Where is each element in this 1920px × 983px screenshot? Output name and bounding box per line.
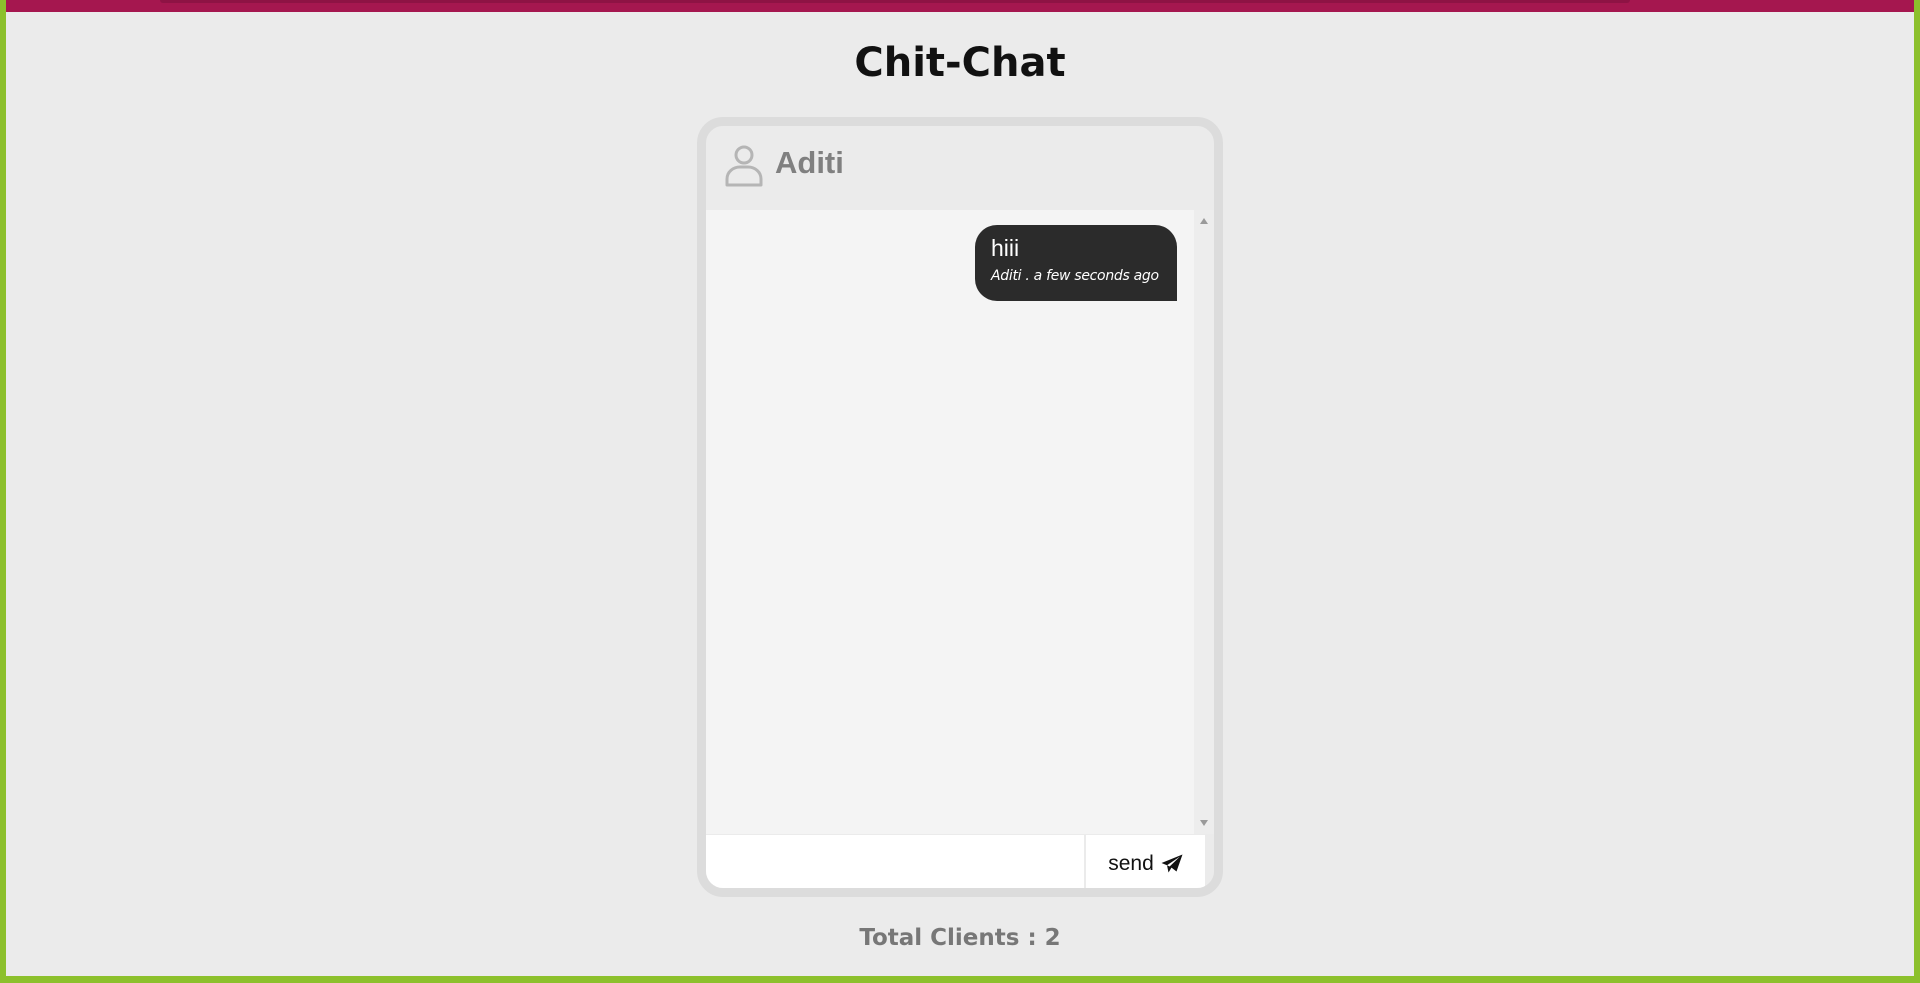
message-meta: Aditi . a few seconds ago <box>991 268 1159 284</box>
total-clients-count: Total Clients : 2 <box>859 925 1061 951</box>
scroll-up-arrow-icon[interactable] <box>1200 218 1208 224</box>
top-bar-accent <box>160 0 1630 3</box>
page-title: Chit-Chat <box>854 40 1066 86</box>
send-button-label: send <box>1108 852 1154 875</box>
chat-user-name: Aditi <box>775 145 844 180</box>
message-scrollbar[interactable] <box>1194 210 1214 834</box>
send-button[interactable]: send <box>1086 835 1205 888</box>
message-input[interactable] <box>706 835 1084 888</box>
top-bar <box>0 0 1920 12</box>
message-text: hiii <box>991 235 1020 261</box>
chat-header: Aditi <box>706 126 1214 210</box>
window-frame-bottom <box>0 976 1920 983</box>
message-composer: send <box>706 834 1214 888</box>
scroll-down-arrow-icon[interactable] <box>1200 820 1208 826</box>
chat-window: Aditi hiii Aditi . a few seconds ago sen… <box>697 117 1223 897</box>
user-icon <box>725 145 763 187</box>
paper-plane-icon <box>1161 854 1183 873</box>
window-frame-right <box>1914 0 1920 983</box>
message-bubble: hiii Aditi . a few seconds ago <box>975 225 1177 301</box>
message-list[interactable]: hiii Aditi . a few seconds ago <box>706 210 1214 834</box>
window-frame-left <box>0 0 6 983</box>
